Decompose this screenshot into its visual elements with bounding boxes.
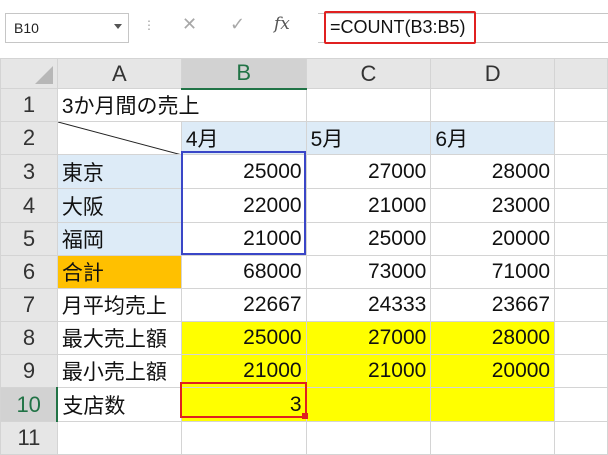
cell-e1[interactable]: [554, 88, 608, 122]
cell-e10[interactable]: [554, 387, 608, 422]
cell-c2[interactable]: 5月: [305, 121, 432, 155]
row-header-2[interactable]: 2: [0, 121, 58, 155]
cell-c8[interactable]: 27000: [305, 321, 432, 355]
cell-b7[interactable]: 22667: [180, 288, 307, 322]
cell-c1[interactable]: [305, 88, 432, 122]
cell-a3[interactable]: 東京: [56, 154, 182, 189]
row-header-8[interactable]: 8: [0, 321, 58, 355]
cell-a1[interactable]: 3か月間の売上: [56, 88, 307, 122]
cell-d4[interactable]: 23000: [430, 188, 556, 223]
cell-a4[interactable]: 大阪: [56, 188, 182, 223]
cell-e6[interactable]: [554, 255, 608, 289]
cell-c6[interactable]: 73000: [305, 255, 432, 289]
select-all-icon: [34, 66, 53, 84]
cell-d1[interactable]: [430, 88, 556, 122]
cell-d3[interactable]: 28000: [430, 154, 556, 189]
cell-a10[interactable]: 支店数: [56, 387, 182, 422]
grip-separator: ⋮: [143, 18, 155, 32]
row-header-9[interactable]: 9: [0, 354, 58, 388]
column-header-c[interactable]: C: [305, 58, 432, 89]
cell-d10[interactable]: [430, 387, 556, 422]
row-header-1[interactable]: 1: [0, 88, 58, 122]
cell-c5[interactable]: 25000: [305, 222, 432, 256]
cell-d9[interactable]: 20000: [430, 354, 556, 388]
cell-d2[interactable]: 6月: [430, 121, 556, 155]
cell-d6[interactable]: 71000: [430, 255, 556, 289]
check-icon[interactable]: ✓: [230, 14, 245, 35]
cell-b2[interactable]: 4月: [180, 121, 307, 155]
row-header-6[interactable]: 6: [0, 255, 58, 289]
close-icon[interactable]: ✕: [182, 14, 197, 35]
chevron-down-icon[interactable]: [114, 24, 122, 29]
cell-b10[interactable]: 3: [180, 387, 307, 422]
row-header-5[interactable]: 5: [0, 222, 58, 256]
spreadsheet-grid: A B C D 1 3か月間の売上 2 4月 5月 6月 3 東京 25000 …: [0, 58, 608, 455]
fill-handle[interactable]: [302, 413, 308, 419]
row-header-7[interactable]: 7: [0, 288, 58, 322]
select-all-corner[interactable]: [0, 58, 58, 89]
cell-e5[interactable]: [554, 222, 608, 256]
column-header-d[interactable]: D: [430, 58, 556, 89]
cell-a9[interactable]: 最小売上額: [56, 354, 182, 388]
cell-d7[interactable]: 23667: [430, 288, 556, 322]
name-box-value: B10: [14, 20, 39, 36]
formula-text[interactable]: =COUNT(B3:B5): [330, 17, 466, 38]
column-header-e[interactable]: [554, 58, 608, 89]
cell-c10[interactable]: [305, 387, 432, 422]
cell-d8[interactable]: 28000: [430, 321, 556, 355]
cell-e9[interactable]: [554, 354, 608, 388]
cell-e8[interactable]: [554, 321, 608, 355]
cell-c9[interactable]: 21000: [305, 354, 432, 388]
cell-c4[interactable]: 21000: [305, 188, 432, 223]
cell-a2-diagonal[interactable]: [56, 121, 182, 155]
cell-e7[interactable]: [554, 288, 608, 322]
cell-b8[interactable]: 25000: [180, 321, 307, 355]
cell-a7[interactable]: 月平均売上: [56, 288, 182, 322]
formula-bar-area: B10 ⋮ ✕ ✓ fx =COUNT(B3:B5): [0, 0, 608, 58]
row-header-4[interactable]: 4: [0, 188, 58, 223]
cell-a8[interactable]: 最大売上額: [56, 321, 182, 355]
cell-c3[interactable]: 27000: [305, 154, 432, 189]
row-header-3[interactable]: 3: [0, 154, 58, 189]
cell-a6[interactable]: 合計: [56, 255, 182, 289]
column-header-b[interactable]: B: [180, 58, 307, 90]
column-header-a[interactable]: A: [56, 58, 182, 89]
cell-b4[interactable]: 22000: [180, 188, 307, 223]
cell-b6[interactable]: 68000: [180, 255, 307, 289]
cell-c7[interactable]: 24333: [305, 288, 432, 322]
cell-b5[interactable]: 21000: [180, 222, 307, 256]
insert-function-icon[interactable]: fx: [274, 14, 290, 34]
diagonal-line: [58, 122, 179, 154]
cell-e3[interactable]: [554, 154, 608, 189]
cell-d5[interactable]: 20000: [430, 222, 556, 256]
cell-a5[interactable]: 福岡: [56, 222, 182, 256]
cell-b3[interactable]: 25000: [180, 154, 307, 189]
cell-e4[interactable]: [554, 188, 608, 223]
name-box[interactable]: B10: [5, 13, 129, 43]
cell-e2[interactable]: [554, 121, 608, 155]
cell-b9[interactable]: 21000: [180, 354, 307, 388]
row-header-10[interactable]: 10: [0, 387, 59, 422]
